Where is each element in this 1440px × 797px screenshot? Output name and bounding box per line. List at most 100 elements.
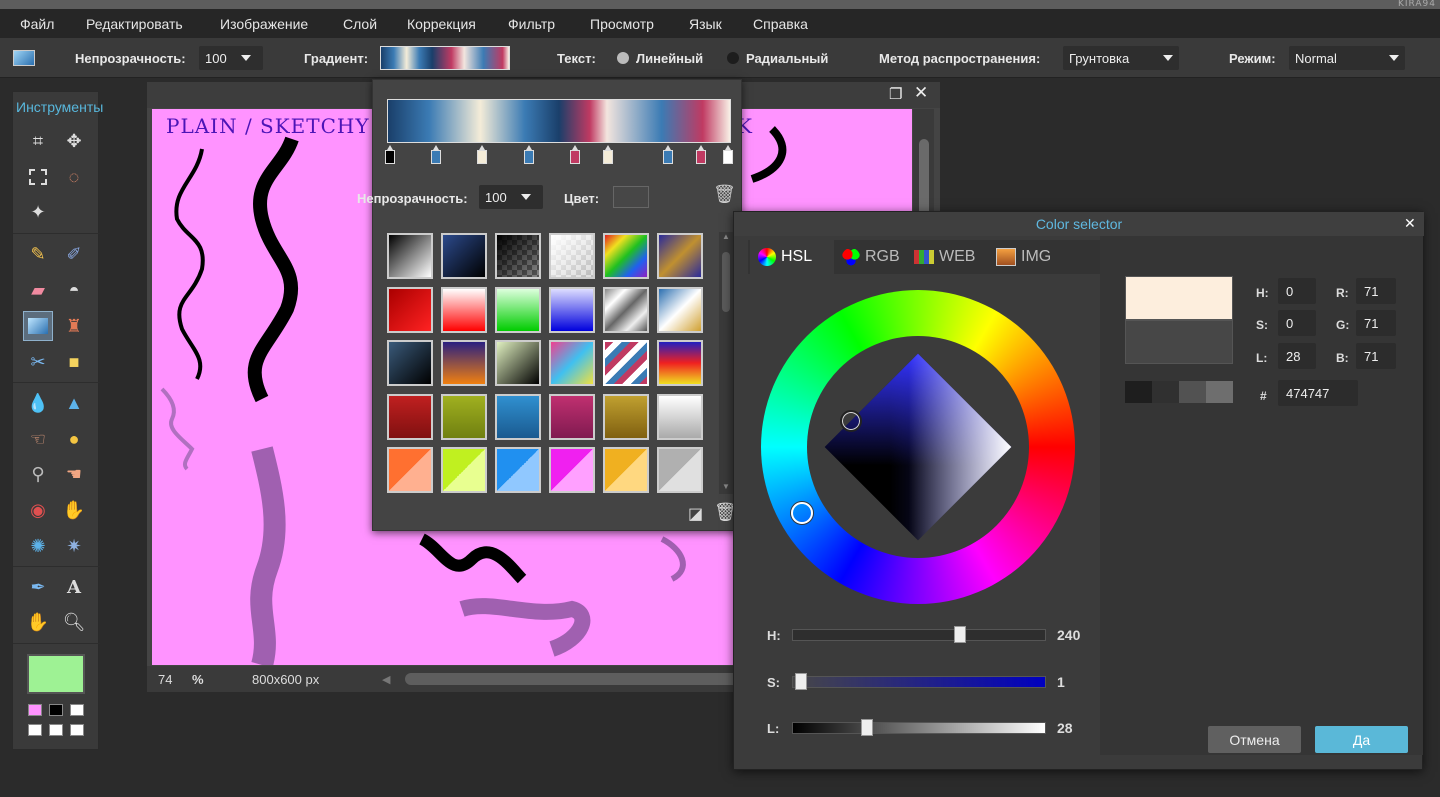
gradient-stop[interactable] (603, 145, 613, 164)
swatch-pink[interactable] (28, 704, 42, 716)
close-icon[interactable]: ✕ (1404, 215, 1416, 232)
menu-file[interactable]: Файл (20, 16, 54, 32)
gradient-stop[interactable] (431, 145, 441, 164)
chevron-up-icon[interactable]: ▲ (722, 232, 730, 241)
preset-swatch[interactable] (387, 447, 433, 493)
radio-icon[interactable] (727, 52, 739, 64)
l-input[interactable]: 28 (1278, 343, 1316, 369)
menu-image[interactable]: Изображение (220, 16, 308, 32)
opacity-input[interactable]: 100 (199, 46, 263, 70)
swatch-white[interactable] (49, 724, 63, 736)
eyedropper-tool-icon[interactable]: ✒ (23, 572, 53, 602)
color-replace-icon[interactable]: ✂ (23, 347, 53, 377)
mode-select[interactable]: Normal (1289, 46, 1405, 70)
zoom-value[interactable]: 74 (158, 672, 172, 687)
preset-swatch[interactable] (495, 287, 541, 333)
gradient-bar[interactable] (387, 99, 731, 143)
move-tool-icon[interactable]: ✥ (59, 126, 89, 156)
saturation-slider[interactable] (792, 673, 1046, 690)
hue-picker-handle[interactable] (791, 502, 813, 524)
shape-tool-icon[interactable]: ■ (59, 347, 89, 377)
chevron-down-icon[interactable]: ▼ (722, 482, 730, 491)
chevron-down-icon[interactable] (240, 55, 251, 61)
preset-swatch[interactable] (603, 447, 649, 493)
preset-swatch[interactable] (657, 447, 703, 493)
scroll-thumb[interactable] (722, 252, 730, 312)
preset-swatch[interactable] (387, 287, 433, 333)
preset-swatch[interactable] (441, 287, 487, 333)
burn-tool-icon[interactable]: ☚ (59, 459, 89, 489)
menu-adjustment[interactable]: Коррекция (407, 16, 476, 32)
gradient-tool-icon[interactable] (23, 311, 53, 341)
preset-swatch[interactable] (603, 233, 649, 279)
pencil-tool-icon[interactable]: ✎ (23, 239, 53, 269)
gradient-stop[interactable] (385, 145, 395, 164)
recent-color-swatch[interactable] (1206, 381, 1233, 403)
recent-color-swatch[interactable] (1179, 381, 1206, 403)
type-tool-icon[interactable]: A (59, 572, 89, 602)
lasso-tool-icon[interactable]: ◌ (59, 162, 89, 192)
swatch-black[interactable] (49, 704, 63, 716)
menu-language[interactable]: Язык (689, 16, 722, 32)
tab-hsl[interactable]: HSL (750, 240, 834, 274)
spread-method-select[interactable]: Грунтовка (1063, 46, 1179, 70)
h-input[interactable]: 0 (1278, 278, 1316, 304)
new-preset-icon[interactable]: ◪ (688, 504, 703, 524)
presets-scrollbar[interactable]: ▲ ▼ (719, 232, 733, 494)
chevron-down-icon[interactable] (520, 194, 531, 200)
gradient-stop[interactable] (524, 145, 534, 164)
slider-thumb[interactable] (861, 719, 873, 736)
lightness-slider[interactable] (792, 719, 1046, 736)
preset-swatch[interactable] (441, 447, 487, 493)
trash-icon[interactable]: 🗑︎ (713, 184, 736, 205)
preset-swatch[interactable] (603, 287, 649, 333)
preset-swatch[interactable] (549, 447, 595, 493)
brush-tool-icon[interactable]: ✐ (59, 239, 89, 269)
hue-slider[interactable] (792, 626, 1046, 643)
gradient-stop[interactable] (570, 145, 580, 164)
radial-radio[interactable]: Радиальный (727, 38, 828, 78)
swatch-white[interactable] (28, 724, 42, 736)
crop-tool-icon[interactable]: ⌗ (23, 126, 53, 156)
menu-help[interactable]: Справка (753, 16, 808, 32)
preset-swatch[interactable] (495, 394, 541, 440)
cancel-button[interactable]: Отмена (1208, 726, 1301, 753)
b-input[interactable]: 71 (1356, 343, 1396, 369)
gradient-stop[interactable] (696, 145, 706, 164)
recent-color-swatch[interactable] (1152, 381, 1179, 403)
ok-button[interactable]: Да (1315, 726, 1408, 753)
menu-edit[interactable]: Редактировать (86, 16, 183, 32)
sharpen-tool-icon[interactable]: ▲ (59, 388, 89, 418)
preset-swatch[interactable] (495, 340, 541, 386)
gradient-preview[interactable] (380, 46, 510, 70)
close-icon[interactable]: ✕ (914, 83, 928, 103)
s-input[interactable]: 0 (1278, 310, 1316, 336)
marquee-tool-icon[interactable] (23, 162, 53, 192)
radio-icon[interactable] (617, 52, 629, 64)
preset-swatch[interactable] (441, 394, 487, 440)
menu-view[interactable]: Просмотр (590, 16, 654, 32)
menu-filter[interactable]: Фильтр (508, 16, 555, 32)
stamp-tool-icon[interactable]: ♜ (59, 311, 89, 341)
preset-swatch[interactable] (387, 233, 433, 279)
preset-swatch[interactable] (549, 340, 595, 386)
stop-color-swatch[interactable] (613, 186, 649, 208)
hand-tool-icon[interactable]: ✋ (23, 607, 53, 637)
g-input[interactable]: 71 (1356, 310, 1396, 336)
preset-swatch[interactable] (549, 233, 595, 279)
horizontal-scroll-thumb[interactable] (405, 673, 745, 685)
restore-icon[interactable]: ❐ (889, 85, 902, 103)
preset-swatch[interactable] (441, 233, 487, 279)
preset-swatch[interactable] (441, 340, 487, 386)
spot-heal-tool-icon[interactable]: ✋ (59, 495, 89, 525)
tab-img[interactable]: IMG (988, 240, 1072, 274)
menu-layer[interactable]: Слой (343, 16, 377, 32)
zoom-tool-icon[interactable]: 🔍︎ (59, 607, 89, 637)
preset-swatch[interactable] (549, 287, 595, 333)
r-input[interactable]: 71 (1356, 278, 1396, 304)
preset-swatch[interactable] (657, 394, 703, 440)
sponge-tool-icon[interactable]: ● (59, 424, 89, 454)
slider-thumb[interactable] (795, 673, 807, 690)
tab-web[interactable]: WEB (906, 240, 988, 274)
preset-swatch[interactable] (387, 394, 433, 440)
